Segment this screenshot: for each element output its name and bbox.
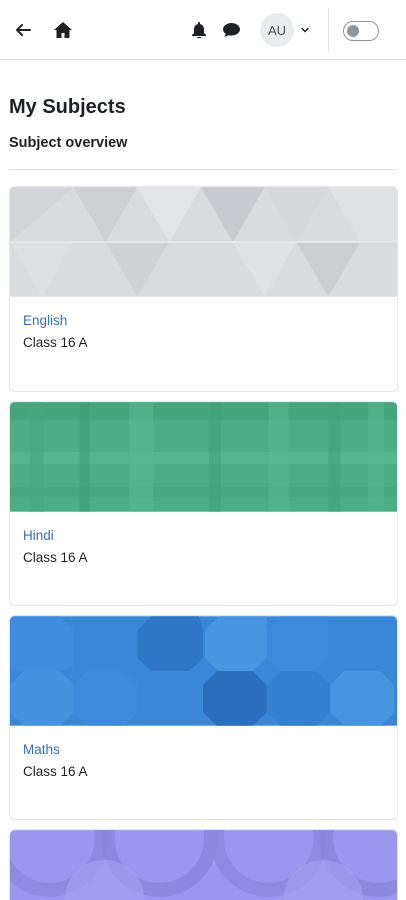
home-icon[interactable] — [52, 19, 74, 41]
subject-card-fourth[interactable] — [9, 829, 398, 900]
section-subtitle: Subject overview — [9, 135, 128, 151]
subject-banner-image — [10, 187, 397, 297]
page-title: My Subjects — [9, 96, 126, 118]
subject-banner-image — [10, 402, 397, 512]
subject-class-label: Class 16 A — [23, 335, 88, 350]
subject-banner-image — [10, 830, 397, 900]
subject-name-link[interactable]: English — [23, 313, 67, 328]
subject-name-link[interactable]: Maths — [23, 742, 60, 757]
top-navbar: AU — [0, 0, 406, 60]
subject-banner-image — [10, 616, 397, 726]
back-arrow-icon[interactable] — [12, 19, 34, 41]
subject-name-link[interactable]: Hindi — [23, 528, 54, 543]
subject-card-hindi[interactable]: Hindi Class 16 A — [9, 401, 398, 606]
chat-icon[interactable] — [222, 21, 240, 39]
subject-class-label: Class 16 A — [23, 764, 88, 779]
subject-card-english[interactable]: English Class 16 A — [9, 186, 398, 392]
bell-icon[interactable] — [190, 21, 208, 39]
toggle-knob — [347, 25, 359, 37]
subject-class-label: Class 16 A — [23, 550, 88, 565]
theme-toggle[interactable] — [343, 21, 379, 41]
user-avatar[interactable]: AU — [260, 13, 294, 47]
subject-card-maths[interactable]: Maths Class 16 A — [9, 615, 398, 820]
header-divider — [328, 8, 329, 52]
section-divider — [9, 169, 398, 170]
chevron-down-icon[interactable] — [299, 24, 311, 36]
